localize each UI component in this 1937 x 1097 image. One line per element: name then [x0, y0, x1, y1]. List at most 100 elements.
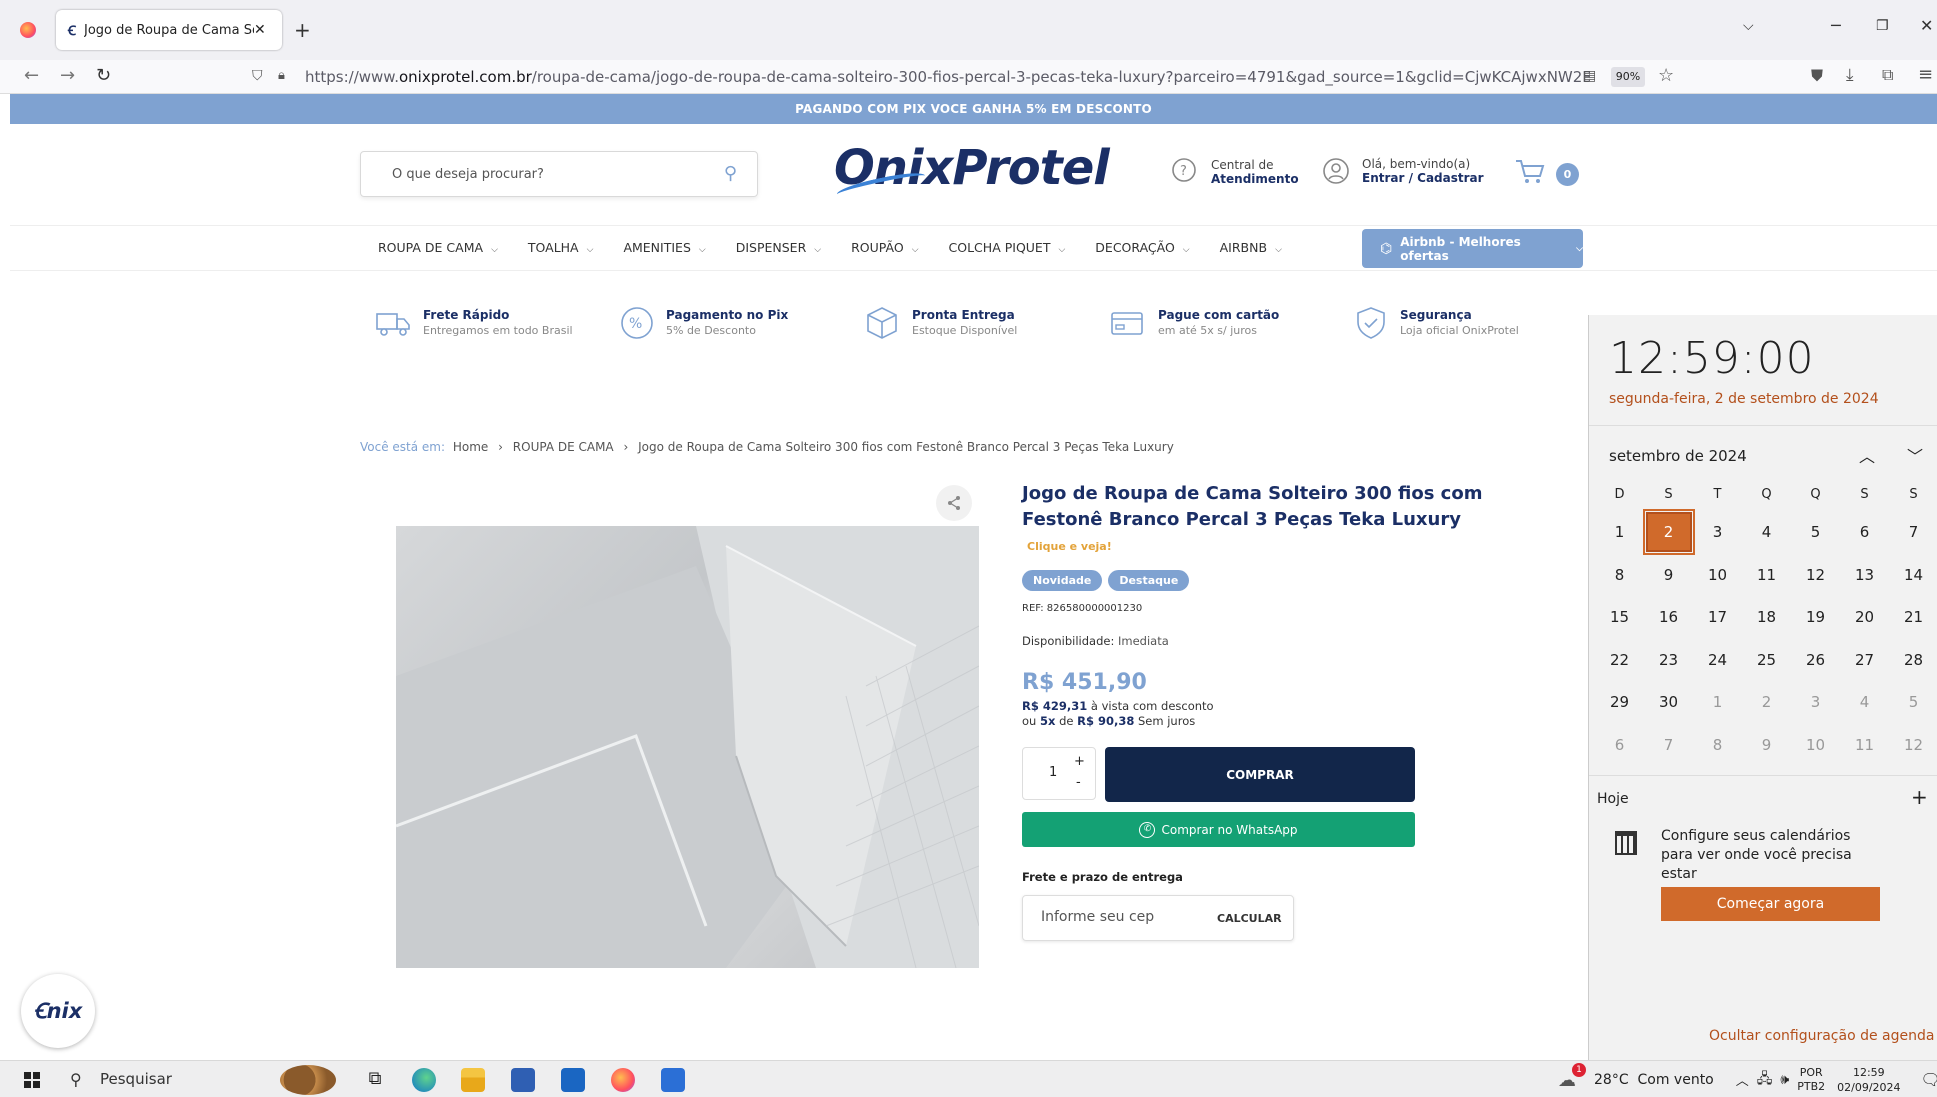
calendar-day[interactable]: 11	[1742, 554, 1791, 597]
calendar-day[interactable]: 26	[1791, 639, 1840, 682]
calendar-day[interactable]: 15	[1595, 596, 1644, 639]
nav-item-airbnb[interactable]: AIRBNB ⌵	[1220, 240, 1282, 255]
calendar-day[interactable]: 16	[1644, 596, 1693, 639]
nav-item-colcha-piquet[interactable]: COLCHA PIQUET ⌵	[949, 240, 1066, 255]
nav-item-amenities[interactable]: AMENITIES ⌵	[623, 240, 705, 255]
zoom-level[interactable]: 90%	[1611, 67, 1645, 87]
new-tab-icon[interactable]: +	[294, 18, 311, 42]
windows-start-icon[interactable]	[24, 1072, 40, 1088]
volume-icon[interactable]: 🕪︎	[1780, 1072, 1789, 1088]
bookmark-star-icon[interactable]: ☆	[1658, 65, 1674, 86]
task-view-icon[interactable]: ⧉	[363, 1068, 387, 1092]
calendar-day-next-month[interactable]: 1	[1693, 681, 1742, 724]
network-icon[interactable]: 🖧︎	[1757, 1068, 1773, 1092]
weather-icon[interactable]: ☁ 1	[1558, 1062, 1586, 1091]
cart-button[interactable]: 0	[1514, 158, 1579, 186]
buy-button[interactable]: COMPRAR	[1105, 747, 1415, 802]
onix-floating-logo[interactable]: Ꞓnix	[21, 974, 95, 1048]
calendar-day[interactable]: 6	[1840, 511, 1889, 554]
calendar-day[interactable]: 4	[1742, 511, 1791, 554]
notifications-icon[interactable]: 🗨︎	[1921, 1070, 1937, 1089]
calendar-day[interactable]: 17	[1693, 596, 1742, 639]
calendar-day[interactable]: 29	[1595, 681, 1644, 724]
extensions-icon[interactable]: ⧉	[1882, 65, 1893, 85]
browser-tab-active[interactable]: Ꞓ Jogo de Roupa de Cama Solteir ✕	[56, 10, 282, 50]
mail-icon[interactable]	[561, 1068, 585, 1092]
cep-input[interactable]: Informe seu cep	[1041, 909, 1154, 925]
forward-icon[interactable]: →	[60, 65, 75, 86]
calendar-day[interactable]: 18	[1742, 596, 1791, 639]
increment-button[interactable]: +	[1074, 754, 1085, 769]
minimize-icon[interactable]: ─	[1831, 16, 1841, 35]
quantity-input[interactable]: 1	[1049, 765, 1057, 780]
flyout-date[interactable]: segunda-feira, 2 de setembro de 2024	[1609, 391, 1879, 407]
calendar-day[interactable]: 10	[1693, 554, 1742, 597]
reader-mode-icon[interactable]: ▤	[1583, 68, 1596, 84]
restore-icon[interactable]: ❐	[1876, 18, 1889, 34]
calendar-day[interactable]: 8	[1595, 554, 1644, 597]
app-menu-icon[interactable]: ≡	[1918, 64, 1933, 85]
calendar-day[interactable]: 28	[1889, 639, 1937, 682]
calendar-day[interactable]: 23	[1644, 639, 1693, 682]
breadcrumb-home[interactable]: Home	[453, 440, 488, 454]
help-center-link[interactable]: ? Central de Atendimento	[1171, 157, 1299, 187]
airbnb-offers-button[interactable]: ⌬ Airbnb - Melhores ofertas ⌵	[1362, 229, 1583, 268]
calendar-day[interactable]: 24	[1693, 639, 1742, 682]
downloads-icon[interactable]: ⤓	[1846, 65, 1854, 85]
start-now-button[interactable]: Começar agora	[1661, 887, 1880, 921]
coconut-icon[interactable]	[280, 1065, 336, 1095]
calendar-day-next-month[interactable]: 2	[1742, 681, 1791, 724]
calendar-day[interactable]: 22	[1595, 639, 1644, 682]
calendar-day-next-month[interactable]: 12	[1889, 724, 1937, 767]
account-link[interactable]: Olá, bem-vindo(a) Entrar / Cadastrar	[1322, 157, 1484, 185]
product-image[interactable]	[396, 526, 979, 968]
calendar-day[interactable]: 30	[1644, 681, 1693, 724]
calculator-icon[interactable]	[661, 1068, 685, 1092]
calendar-day[interactable]: 21	[1889, 596, 1937, 639]
nav-item-roupa-de-cama[interactable]: ROUPA DE CAMA ⌵	[378, 240, 498, 255]
firefox-icon[interactable]	[611, 1068, 635, 1092]
calendar-day-next-month[interactable]: 11	[1840, 724, 1889, 767]
calendar-day-next-month[interactable]: 9	[1742, 724, 1791, 767]
calendar-day-next-month[interactable]: 4	[1840, 681, 1889, 724]
calendar-day[interactable]: 13	[1840, 554, 1889, 597]
calendar-day-next-month[interactable]: 7	[1644, 724, 1693, 767]
calendar-day-today[interactable]: 2	[1642, 509, 1695, 556]
language-indicator[interactable]: POR PTB2	[1797, 1066, 1825, 1094]
tray-chevron-icon[interactable]: ︿	[1736, 1070, 1749, 1089]
store-icon[interactable]	[511, 1068, 535, 1092]
calendar-day-next-month[interactable]: 6	[1595, 724, 1644, 767]
whatsapp-buy-button[interactable]: ✆ Comprar no WhatsApp	[1022, 812, 1415, 847]
decrement-button[interactable]: -	[1076, 775, 1081, 790]
reload-icon[interactable]: ↻	[96, 65, 111, 86]
nav-item-roupao[interactable]: ROUPÃO ⌵	[851, 240, 918, 255]
calendar-day-next-month[interactable]: 10	[1791, 724, 1840, 767]
calendar-day-next-month[interactable]: 8	[1693, 724, 1742, 767]
share-button[interactable]	[936, 485, 972, 521]
search-input[interactable]: O que deseja procurar? ⚲	[360, 151, 758, 197]
url-input[interactable]: https://www.onixprotel.com.br/roupa-de-c…	[240, 63, 1590, 91]
calendar-day[interactable]: 9	[1644, 554, 1693, 597]
previous-month-icon[interactable]: ︿	[1859, 443, 1875, 467]
clique-veja-link[interactable]: Clique e veja!	[1027, 540, 1112, 553]
hide-agenda-link[interactable]: Ocultar configuração de agenda⌵	[1709, 1028, 1937, 1044]
back-icon[interactable]: ←	[24, 65, 39, 86]
calendar-day[interactable]: 27	[1840, 639, 1889, 682]
taskbar-clock[interactable]: 12:59 02/09/2024	[1837, 1065, 1900, 1095]
calendar-day[interactable]: 1	[1595, 511, 1644, 554]
calendar-day-next-month[interactable]: 5	[1889, 681, 1937, 724]
calendar-day[interactable]: 7	[1889, 511, 1937, 554]
calendar-day[interactable]: 20	[1840, 596, 1889, 639]
pocket-icon[interactable]: ⛊	[1811, 66, 1823, 86]
calendar-month[interactable]: setembro de 2024	[1609, 447, 1747, 465]
list-tabs-icon[interactable]: ⌵	[1743, 18, 1754, 34]
close-tab-icon[interactable]: ✕	[254, 22, 266, 38]
calendar-day[interactable]: 14	[1889, 554, 1937, 597]
calendar-day[interactable]: 5	[1791, 511, 1840, 554]
firefox-menu-icon[interactable]	[20, 22, 36, 38]
calendar-day[interactable]: 19	[1791, 596, 1840, 639]
weather-text[interactable]: 28°C Com vento	[1594, 1072, 1714, 1088]
nav-item-toalha[interactable]: TOALHA ⌵	[528, 240, 594, 255]
calendar-day[interactable]: 3	[1693, 511, 1742, 554]
search-icon[interactable]: ⚲	[724, 163, 737, 184]
